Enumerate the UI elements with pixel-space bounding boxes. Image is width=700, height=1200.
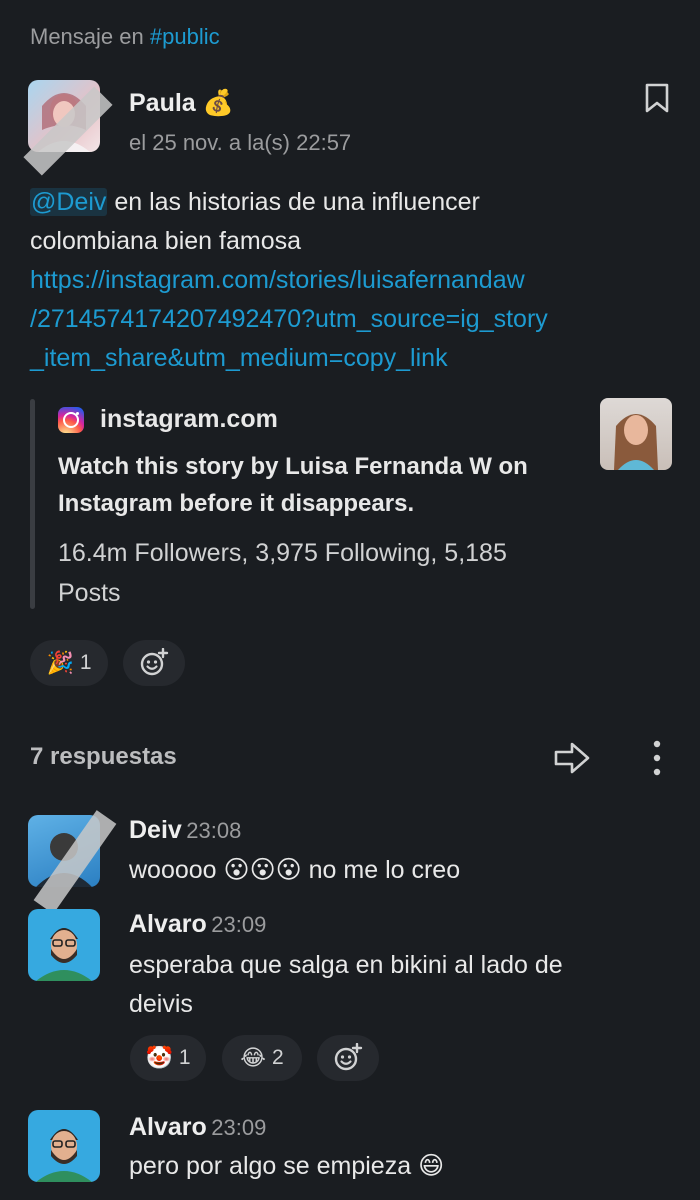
reply-header: Alvaro 23:09 — [129, 1113, 266, 1142]
context-prefix: Mensaje en — [30, 24, 144, 49]
party-popper-emoji: 🎉 — [46, 650, 74, 675]
add-reaction-button[interactable] — [317, 1035, 379, 1081]
reaction-count: 1 — [79, 651, 92, 674]
sender-status-emoji: 💰 — [202, 89, 234, 117]
reaction-count: 2 — [272, 1046, 284, 1069]
avatar-photo — [36, 928, 92, 981]
add-emoji-icon — [334, 1043, 363, 1071]
reaction-pill[interactable]: 😂 2 — [222, 1035, 302, 1081]
message-timestamp[interactable]: el 25 nov. a la(s) 22:57 — [129, 130, 351, 156]
reply-sender[interactable]: Deiv — [129, 816, 182, 844]
reply-sender[interactable]: Alvaro — [129, 1113, 207, 1141]
message-text: colombiana bien famosa — [30, 227, 301, 255]
add-emoji-icon — [140, 648, 169, 676]
more-options-icon[interactable] — [650, 739, 664, 782]
channel-context: Mensaje en #public — [30, 24, 220, 50]
unfurl-site-name: instagram.com — [100, 405, 278, 433]
reaction-count: 1 — [178, 1046, 191, 1069]
thumbnail-photo — [614, 414, 658, 470]
reaction-pill[interactable]: 🤡 1 — [130, 1035, 206, 1081]
message-body: @Deiv en las historias de una influencer… — [30, 183, 680, 378]
clown-emoji: 🤡 — [145, 1045, 173, 1070]
unfurl-site[interactable]: instagram.com — [58, 405, 278, 434]
reply-text: esperaba que salga en bikini al lado de … — [129, 951, 563, 1018]
channel-link[interactable]: #public — [150, 24, 220, 49]
reply-sender[interactable]: Alvaro — [129, 910, 207, 938]
message-sender[interactable]: Paula 💰 — [129, 89, 234, 118]
reply-text: wooooo 😮😮😮 no me lo creo — [129, 856, 461, 884]
mention-link[interactable]: @Deiv — [30, 188, 108, 216]
reply-time[interactable]: 23:09 — [211, 912, 266, 937]
avatar[interactable] — [28, 1110, 100, 1182]
unfurl-description: 16.4m Followers, 3,975 Following, 5,185 … — [58, 539, 507, 607]
avatar[interactable] — [28, 909, 100, 981]
instagram-icon — [58, 406, 84, 433]
add-reaction-button[interactable] — [123, 640, 185, 686]
reply-text: pero por algo se empieza 😄 — [129, 1152, 445, 1180]
message-text: en las historias de una influencer — [107, 188, 480, 216]
reply-header: Alvaro 23:09 — [129, 910, 266, 939]
unfurl-title[interactable]: Watch this story by Luisa Fernanda W on … — [58, 448, 528, 522]
reply-time[interactable]: 23:09 — [211, 1115, 266, 1140]
instagram-link[interactable]: https://instagram.com/stories/luisaferna… — [30, 261, 680, 378]
reply-header: Deiv 23:08 — [129, 816, 241, 845]
unfurl-thumbnail[interactable] — [600, 398, 672, 470]
bookmark-icon[interactable] — [644, 82, 670, 119]
reply-time[interactable]: 23:08 — [186, 818, 241, 843]
replies-count[interactable]: 7 respuestas — [30, 743, 177, 771]
unfurl-border — [30, 399, 35, 609]
tears-of-joy-emoji: 😂 — [240, 1045, 267, 1070]
reaction-pill[interactable]: 🎉 1 — [30, 640, 108, 686]
avatar-photo — [36, 1129, 92, 1182]
share-forward-icon[interactable] — [553, 740, 591, 781]
